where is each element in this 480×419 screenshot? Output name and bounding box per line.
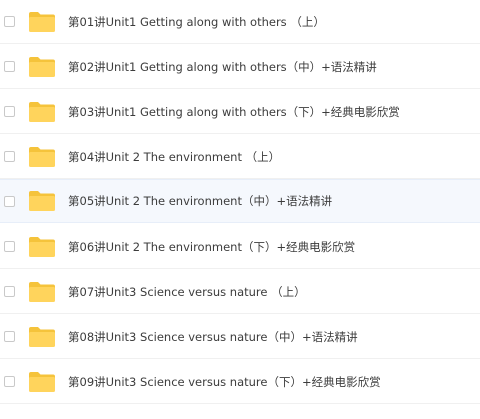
file-name[interactable]: 第08讲Unit3 Science versus nature（中）+语法精讲 bbox=[68, 329, 358, 345]
folder-icon bbox=[28, 236, 56, 258]
file-name[interactable]: 第05讲Unit 2 The environment（中）+语法精讲 bbox=[68, 193, 332, 209]
folder-icon bbox=[28, 101, 56, 123]
folder-icon bbox=[28, 146, 56, 168]
row-checkbox[interactable] bbox=[4, 195, 15, 207]
file-list: 第01讲Unit1 Getting along with others （上） … bbox=[0, 0, 480, 419]
row-checkbox[interactable] bbox=[4, 286, 15, 297]
row-checkbox[interactable] bbox=[4, 331, 15, 342]
folder-icon bbox=[28, 56, 56, 78]
list-item[interactable]: 第08讲Unit3 Science versus nature（中）+语法精讲 bbox=[0, 315, 480, 359]
list-item[interactable]: 第01讲Unit1 Getting along with others （上） bbox=[0, 0, 480, 44]
row-checkbox[interactable] bbox=[4, 151, 15, 162]
file-name[interactable]: 第03讲Unit1 Getting along with others（下）+经… bbox=[68, 104, 400, 120]
row-checkbox[interactable] bbox=[4, 61, 15, 72]
row-checkbox[interactable] bbox=[4, 241, 15, 252]
list-item[interactable]: 第05讲Unit 2 The environment（中）+语法精讲 bbox=[0, 179, 480, 223]
folder-icon bbox=[28, 281, 56, 303]
folder-icon bbox=[28, 371, 56, 393]
list-item[interactable]: 第06讲Unit 2 The environment（下）+经典电影欣赏 bbox=[0, 225, 480, 269]
row-checkbox[interactable] bbox=[4, 16, 15, 27]
list-item[interactable]: 第07讲Unit3 Science versus nature （上） bbox=[0, 270, 480, 314]
list-item[interactable]: 第03讲Unit1 Getting along with others（下）+经… bbox=[0, 90, 480, 134]
file-name[interactable]: 第04讲Unit 2 The environment （上） bbox=[68, 149, 280, 165]
folder-icon bbox=[28, 326, 56, 348]
file-name[interactable]: 第02讲Unit1 Getting along with others（中）+语… bbox=[68, 59, 377, 75]
file-name[interactable]: 第07讲Unit3 Science versus nature （上） bbox=[68, 284, 306, 300]
file-name[interactable]: 第01讲Unit1 Getting along with others （上） bbox=[68, 14, 325, 30]
file-name[interactable]: 第06讲Unit 2 The environment（下）+经典电影欣赏 bbox=[68, 239, 355, 255]
file-name[interactable]: 第09讲Unit3 Science versus nature（下）+经典电影欣… bbox=[68, 374, 381, 390]
list-item[interactable]: 第04讲Unit 2 The environment （上） bbox=[0, 135, 480, 179]
list-item[interactable]: 第02讲Unit1 Getting along with others（中）+语… bbox=[0, 45, 480, 89]
folder-icon bbox=[28, 190, 56, 212]
row-checkbox[interactable] bbox=[4, 106, 15, 117]
row-checkbox[interactable] bbox=[4, 376, 15, 387]
folder-icon bbox=[28, 11, 56, 33]
list-item[interactable]: 第09讲Unit3 Science versus nature（下）+经典电影欣… bbox=[0, 360, 480, 404]
